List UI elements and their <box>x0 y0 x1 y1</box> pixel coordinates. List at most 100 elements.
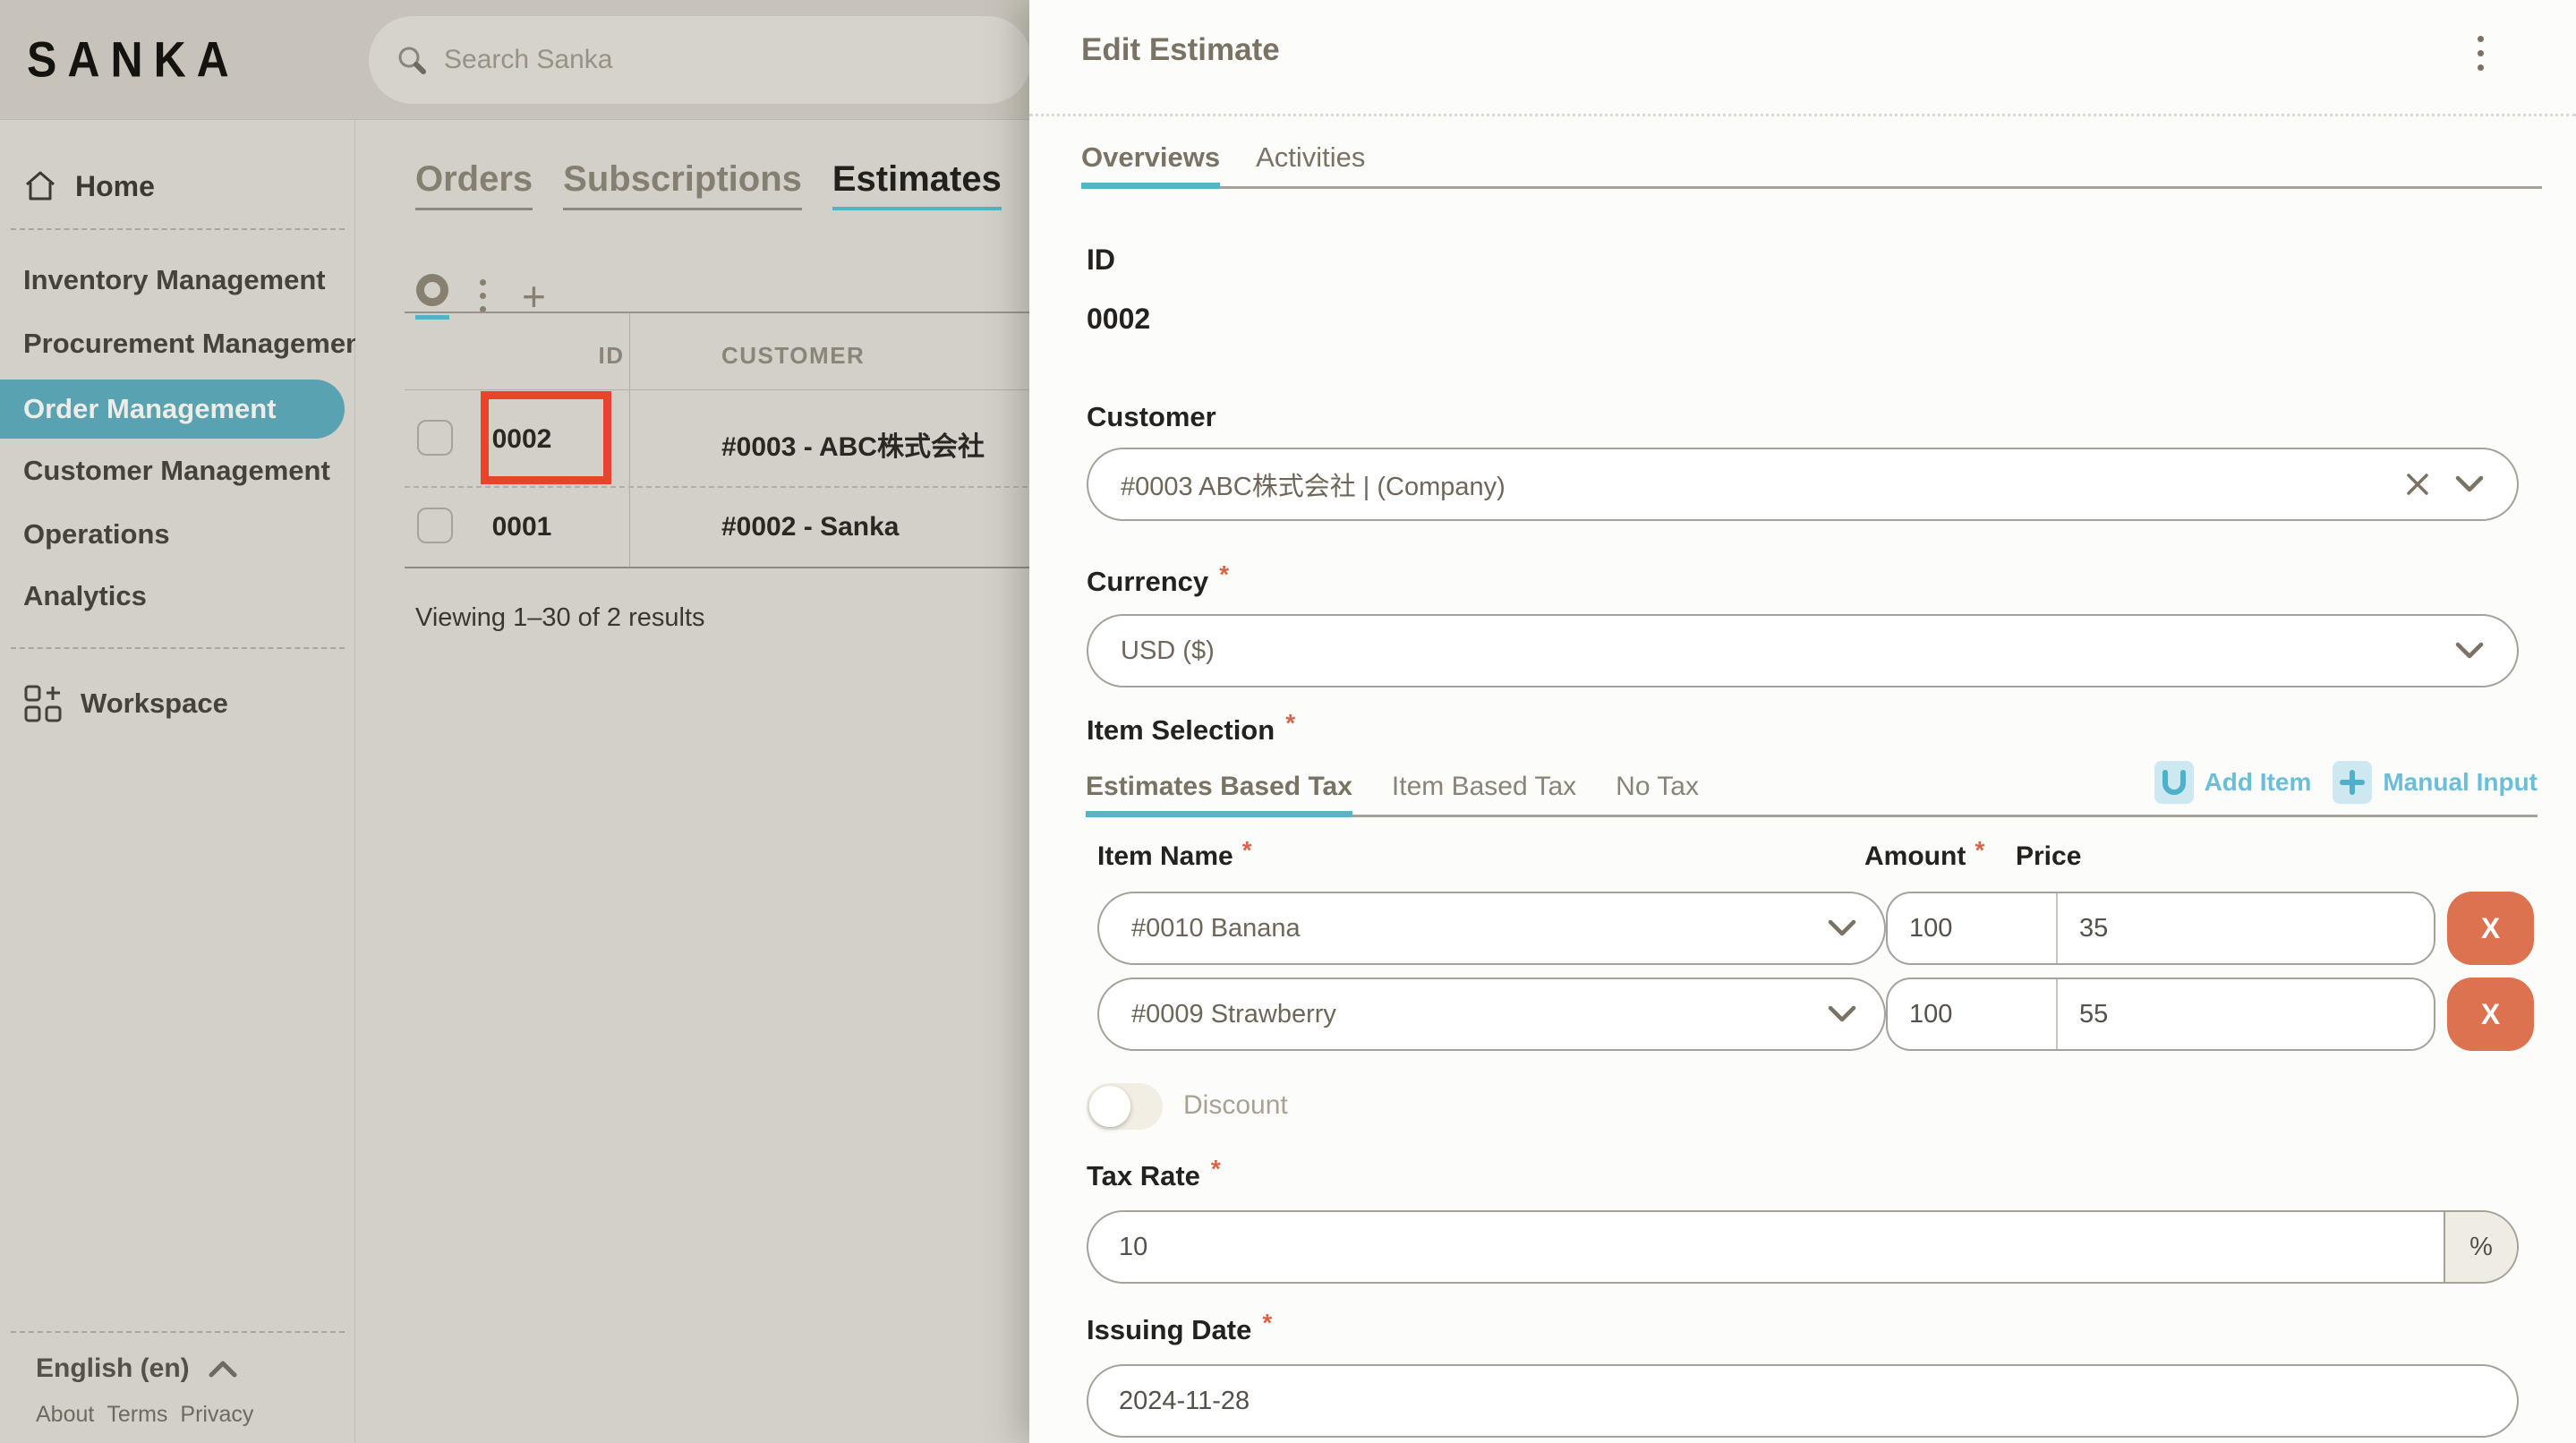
sidebar-item-operations[interactable]: Operations <box>0 502 355 566</box>
tax-rate-field: % <box>1087 1210 2519 1284</box>
item-selection-label: Item Selection * <box>1087 714 1295 747</box>
manual-input-label: Manual Input <box>2383 768 2538 797</box>
language-label: English (en) <box>36 1353 190 1384</box>
amount-price-group <box>1886 892 2435 965</box>
highlight-box <box>481 391 611 484</box>
amount-price-group <box>1886 978 2435 1051</box>
panel-tabs: Overviews Activities <box>1081 141 2542 189</box>
home-icon <box>23 170 57 202</box>
issuing-date-input[interactable] <box>1088 1366 2517 1436</box>
remove-item-button[interactable]: X <box>2447 892 2534 965</box>
required-asterisk: * <box>1219 560 1229 593</box>
view-tab-icon <box>416 274 448 306</box>
column-header-customer[interactable]: CUSTOMER <box>721 342 865 370</box>
sidebar-item-label: Procurement Management <box>23 328 355 360</box>
customer-label-text: Customer <box>1087 401 1216 433</box>
item-actions: Add Item Manual Input <box>2154 761 2538 815</box>
remove-item-button[interactable]: X <box>2447 978 2534 1051</box>
sidebar-item-label: Analytics <box>23 580 147 612</box>
search-input[interactable] <box>444 45 981 75</box>
tab-overviews[interactable]: Overviews <box>1081 141 1220 186</box>
id-value: 0002 <box>1087 303 1150 336</box>
view-options-kebab-icon[interactable] <box>473 276 493 316</box>
chevron-up-icon <box>208 1359 238 1379</box>
add-item-label: Add Item <box>2205 768 2312 797</box>
manual-input-button[interactable]: Manual Input <box>2333 761 2538 804</box>
sidebar-item-workspace[interactable]: Workspace <box>23 682 228 725</box>
global-search[interactable] <box>369 16 1031 104</box>
sidebar-item-label: Operations <box>23 518 170 551</box>
sidebar-item-analytics[interactable]: Analytics <box>0 564 355 628</box>
cell-customer[interactable]: #0003 - ABC株式会社 <box>721 424 985 464</box>
sidebar-home-label: Home <box>75 170 155 203</box>
module-tabs: Orders Subscriptions Estimates <box>415 159 1002 210</box>
cell-id[interactable]: 0001 <box>414 512 629 542</box>
amount-input[interactable] <box>1888 893 2058 963</box>
issuing-date-label-text: Issuing Date <box>1087 1314 1251 1346</box>
sidebar-item-procurement[interactable]: Procurement Management <box>0 312 355 375</box>
tab-activities[interactable]: Activities <box>1256 141 1365 186</box>
column-header-id[interactable]: ID <box>504 342 719 370</box>
item-select[interactable]: #0010 Banana <box>1097 892 1886 965</box>
privacy-link[interactable]: Privacy <box>180 1402 253 1428</box>
panel-menu-kebab-icon[interactable] <box>2469 30 2493 76</box>
tax-rate-label-text: Tax Rate <box>1087 1160 1200 1192</box>
required-asterisk: * <box>1262 1309 1272 1341</box>
item-select[interactable]: #0009 Strawberry <box>1097 978 1886 1051</box>
sidebar-item-label: Customer Management <box>23 455 330 487</box>
sidebar-divider <box>11 647 345 649</box>
chevron-down-icon[interactable] <box>1827 918 1857 938</box>
tab-estimates-based-tax[interactable]: Estimates Based Tax <box>1086 772 1352 815</box>
id-label: ID <box>1087 243 1115 277</box>
add-view-button[interactable]: + <box>516 276 551 317</box>
sidebar-item-order-management[interactable]: Order Management <box>0 380 345 439</box>
results-count: Viewing 1–30 of 2 results <box>415 603 705 633</box>
percent-suffix: % <box>2444 1212 2517 1282</box>
currency-label: Currency * <box>1087 566 1229 598</box>
currency-label-text: Currency <box>1087 566 1208 598</box>
clear-icon[interactable] <box>2404 471 2431 498</box>
currency-select[interactable]: USD ($) <box>1087 614 2519 687</box>
sidebar-divider <box>11 228 345 230</box>
price-input[interactable] <box>2058 979 2435 1049</box>
terms-link[interactable]: Terms <box>107 1402 167 1428</box>
issuing-date-label: Issuing Date * <box>1087 1314 1272 1346</box>
price-input[interactable] <box>2058 893 2435 963</box>
price-header-text: Price <box>2016 841 2081 872</box>
tab-subscriptions[interactable]: Subscriptions <box>563 159 802 210</box>
item-name-header: Item Name * <box>1097 841 1252 872</box>
tax-rate-label: Tax Rate * <box>1087 1160 1221 1192</box>
customer-select[interactable]: #0003 ABC株式会社 | (Company) <box>1087 448 2519 521</box>
panel-title: Edit Estimate <box>1081 32 1280 68</box>
tab-no-tax[interactable]: No Tax <box>1616 772 1699 815</box>
tab-orders[interactable]: Orders <box>415 159 533 210</box>
required-asterisk: * <box>1211 1155 1221 1187</box>
id-label-text: ID <box>1087 243 1115 277</box>
workspace-icon <box>23 684 63 723</box>
sidebar-footer-divider <box>11 1331 345 1333</box>
sidebar-item-customer-management[interactable]: Customer Management <box>0 439 355 502</box>
sidebar-item-home[interactable]: Home <box>23 166 155 206</box>
sidebar-item-inventory[interactable]: Inventory Management <box>0 248 355 312</box>
item-select-value: #0010 Banana <box>1131 914 1827 944</box>
language-selector[interactable]: English (en) <box>36 1353 238 1384</box>
tab-item-based-tax[interactable]: Item Based Tax <box>1392 772 1576 815</box>
chevron-down-icon[interactable] <box>1827 1004 1857 1024</box>
tab-estimates[interactable]: Estimates <box>832 159 1002 210</box>
required-asterisk: * <box>1242 836 1252 867</box>
sidebar-item-label: Order Management <box>23 393 277 425</box>
cell-customer[interactable]: #0002 - Sanka <box>721 512 899 542</box>
tax-rate-input[interactable] <box>1088 1212 2444 1282</box>
item-name-header-text: Item Name <box>1097 841 1233 872</box>
chevron-down-icon[interactable] <box>2454 474 2485 494</box>
issuing-date-field <box>1087 1364 2519 1438</box>
currency-select-value: USD ($) <box>1121 636 2454 666</box>
discount-toggle[interactable] <box>1087 1083 1163 1130</box>
amount-input[interactable] <box>1888 979 2058 1049</box>
footer-links: About Terms Privacy <box>36 1402 253 1428</box>
column-divider <box>629 313 630 567</box>
about-link[interactable]: About <box>36 1402 94 1428</box>
customer-select-value: #0003 ABC株式会社 | (Company) <box>1121 465 2404 503</box>
chevron-down-icon[interactable] <box>2454 641 2485 661</box>
add-item-button[interactable]: Add Item <box>2154 761 2312 804</box>
